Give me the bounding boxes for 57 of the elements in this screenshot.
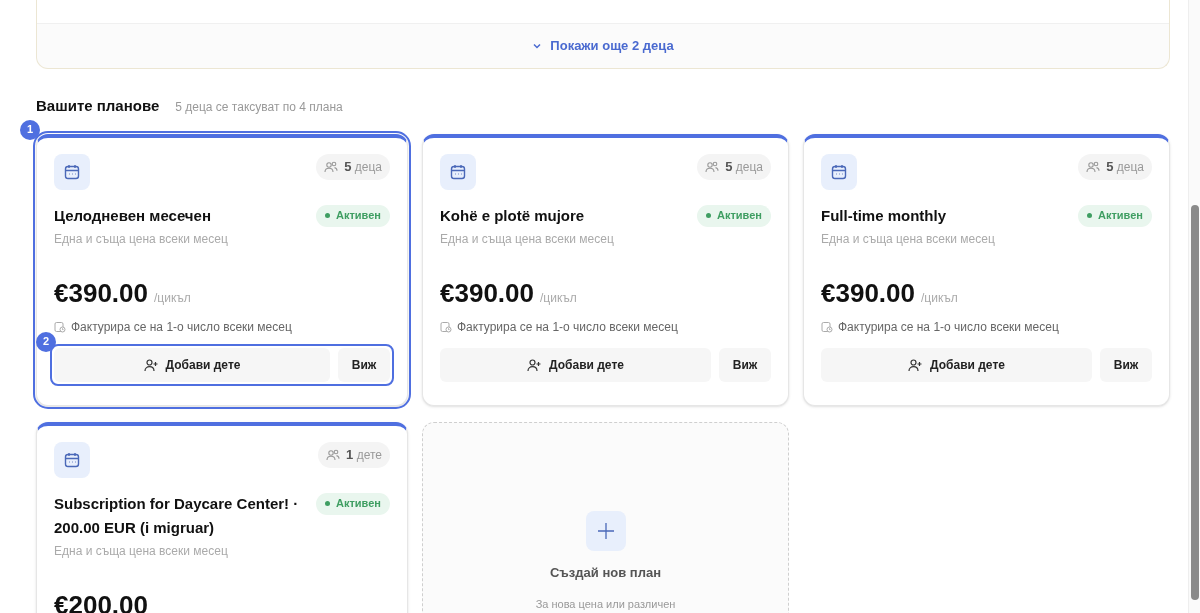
status-badge: Активен	[316, 204, 390, 227]
add-person-icon	[908, 357, 923, 372]
annotation-marker: 1	[20, 119, 40, 140]
status-badge: Активен	[1078, 204, 1152, 227]
add-person-icon	[527, 357, 542, 372]
children-count: 5 деца	[316, 153, 390, 180]
price-period: /цикъл	[154, 289, 191, 307]
calendar-icon	[63, 450, 81, 469]
create-plan-title: Създай нов план	[550, 563, 661, 582]
add-child-button[interactable]: Добави дете	[54, 347, 330, 382]
children-count: 5 деца	[697, 153, 771, 180]
plan-name: Kohë e plotë mujore	[440, 205, 585, 226]
people-icon	[324, 159, 339, 174]
view-button[interactable]: Виж	[719, 347, 771, 382]
calendar-icon	[63, 162, 81, 181]
annotation-marker: 2	[36, 331, 56, 352]
status-badge: Активен	[316, 492, 390, 515]
view-button[interactable]: Виж	[1100, 347, 1152, 382]
children-count: 5 деца	[1078, 153, 1152, 180]
add-person-icon	[143, 357, 158, 372]
create-plan-subtitle: За нова цена или различен	[535, 597, 676, 612]
plan-name: Целодневен месечен	[54, 205, 211, 226]
add-child-button[interactable]: Добави дете	[440, 347, 711, 382]
plan-price: €200.00	[54, 589, 148, 613]
calendar-icon	[830, 162, 848, 181]
price-period: /цикъл	[921, 289, 958, 307]
plan-price: €390.00	[821, 277, 915, 308]
calendar-clock-icon	[54, 320, 66, 333]
calendar-icon	[449, 162, 467, 181]
calendar-clock-icon	[440, 320, 452, 333]
plan-description: Една и съща цена всеки месец	[440, 230, 615, 248]
plan-name: Full-time monthly	[821, 205, 946, 226]
price-period: /цикъл	[540, 289, 577, 307]
people-icon	[705, 159, 720, 174]
plan-price: €390.00	[54, 277, 148, 308]
plan-price: €390.00	[440, 277, 534, 308]
add-child-button[interactable]: Добави дете	[821, 347, 1092, 382]
calendar-clock-icon	[821, 320, 833, 333]
billing-note: Фактурира се на 1-о число всеки месец	[838, 318, 1059, 336]
scrollbar-thumb[interactable]	[1191, 205, 1199, 600]
people-icon	[1086, 159, 1101, 174]
plan-description: Една и съща цена всеки месец	[54, 542, 229, 560]
chevron-down-icon	[532, 41, 543, 51]
section-subtitle: 5 деца се таксуват по 4 плана	[175, 99, 343, 116]
plan-description: Една и съща цена всеки месец	[821, 230, 996, 248]
plus-icon	[596, 521, 615, 540]
show-more-link[interactable]: Покажи още 2 деца	[532, 36, 674, 56]
people-icon	[326, 447, 341, 462]
children-count: 1 дете	[318, 441, 390, 468]
status-badge: Активен	[697, 204, 771, 227]
create-plan-card[interactable]: Създай нов план За нова цена или различен	[422, 421, 789, 613]
plan-name: Subscription for Daycare Center! · 200.00 EUR (i migruar)	[54, 493, 300, 538]
plan-description: Една и съща цена всеки месец	[54, 230, 229, 248]
view-button[interactable]: Виж	[338, 347, 390, 382]
section-title: Вашите планове	[36, 96, 160, 116]
billing-note: Фактурира се на 1-о число всеки месец	[71, 318, 292, 336]
billing-note: Фактурира се на 1-о число всеки месец	[457, 318, 678, 336]
